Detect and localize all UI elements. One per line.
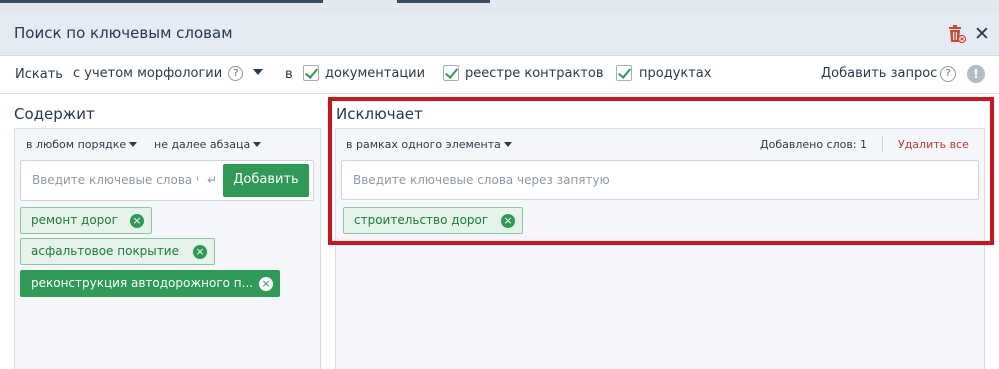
divider [882,136,883,152]
keyword-tag-label: асфальтовое покрытие [31,244,179,258]
top-strip [0,0,999,13]
contains-title: Содержит [14,105,95,123]
excludes-keywords-input[interactable] [353,173,963,187]
checkbox-contracts-registry[interactable] [443,65,459,81]
keyword-tag[interactable]: ремонт дорог × [20,207,152,234]
contains-keywords-input[interactable] [32,173,198,187]
remove-tag-icon[interactable]: × [193,245,207,259]
excludes-input-wrapper [341,160,979,200]
dialog-header: Поиск по ключевым словам ✕ [0,13,999,56]
added-words-count: Добавлено слов: 1 [760,138,868,151]
add-query-link[interactable]: Добавить запрос [821,66,937,81]
in-label: в [285,67,293,82]
keyword-tag-label: строительство дорог [354,213,489,227]
remove-tag-icon[interactable]: × [259,277,273,291]
delete-all-link[interactable]: Удалить все [898,138,969,151]
help-icon[interactable]: ? [940,66,956,82]
trash-icon[interactable] [948,24,966,44]
keyword-tag-label: ремонт дорог [31,213,118,227]
search-label: Искать [15,67,63,82]
remove-tag-icon[interactable]: × [130,214,144,228]
distance-select[interactable]: не далее абзаца [154,138,262,151]
excludes-title: Исключает [336,105,423,123]
distance-select-label: не далее абзаца [154,138,251,151]
chevron-down-icon [503,142,512,147]
contains-input-wrapper: ↵ Добавить [20,160,314,201]
order-select[interactable]: в любом порядке [26,138,138,151]
keyword-tag[interactable]: асфальтовое покрытие × [20,238,215,265]
chevron-down-icon [253,69,264,75]
close-icon[interactable]: ✕ [974,25,990,44]
dialog-title: Поиск по ключевым словам [14,24,233,42]
scope-select-label: в рамках одного элемента [346,138,501,151]
warning-icon: ! [967,65,985,83]
top-tab-indicator [0,0,323,3]
scope-select[interactable]: в рамках одного элемента [346,138,512,151]
help-icon[interactable]: ? [228,66,244,81]
keyword-tag-selected[interactable]: реконструкция автодорожного п... × [20,270,280,297]
keyword-tag-label: реконструкция автодорожного п... [31,276,254,290]
morphology-select-label: с учетом морфологии [73,66,223,81]
chevron-down-icon [129,142,138,147]
search-options-bar: Искать с учетом морфологии ? в документа… [0,56,999,94]
enter-icon: ↵ [207,173,218,187]
checkbox-contracts-registry-label[interactable]: реестре контрактов [465,66,604,81]
chevron-down-icon [253,142,262,147]
add-button[interactable]: Добавить [223,164,309,197]
top-tab-indicator-2 [397,0,490,3]
excluded-keyword-tag[interactable]: строительство дорог × [343,207,523,234]
remove-tag-icon[interactable]: × [501,214,515,228]
order-select-label: в любом порядке [26,138,127,151]
checkbox-products[interactable] [616,65,632,81]
checkbox-products-label[interactable]: продуктах [639,66,711,81]
checkbox-documentation[interactable] [303,65,319,81]
checkbox-documentation-label[interactable]: документации [325,66,425,81]
morphology-select[interactable]: с учетом морфологии ? [73,66,268,81]
